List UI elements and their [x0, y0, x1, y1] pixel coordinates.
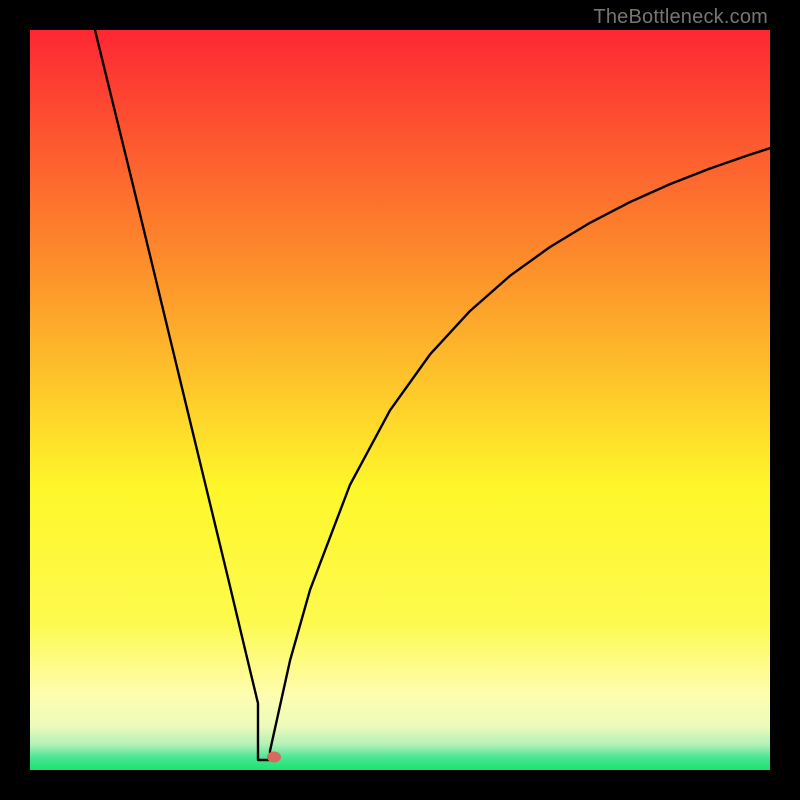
watermark-text: TheBottleneck.com — [593, 6, 768, 29]
optimal-point-marker — [267, 751, 281, 762]
bottleneck-curve — [30, 30, 770, 770]
